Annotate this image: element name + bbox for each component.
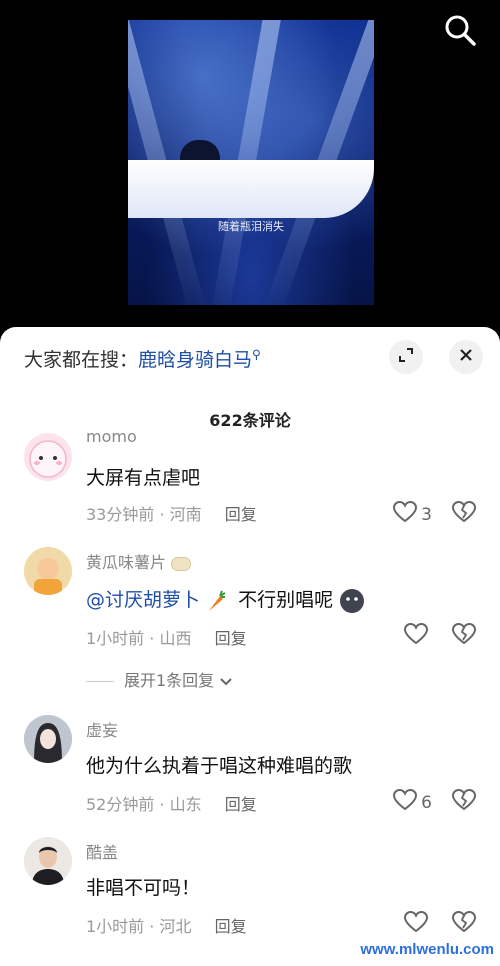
comment-text: 他为什么执着于唱这种难唱的歌 bbox=[86, 755, 353, 777]
divider-line bbox=[86, 681, 114, 682]
comment-text: 非唱不可吗！ bbox=[86, 877, 201, 899]
expand-replies[interactable]: 展开1条回复 bbox=[86, 667, 233, 691]
like-button[interactable] bbox=[403, 910, 432, 938]
reply-button[interactable]: 回复 bbox=[225, 505, 257, 524]
stage-podium bbox=[128, 160, 374, 218]
video-frame[interactable]: 随着瓶泪消失 bbox=[128, 20, 374, 305]
broken-heart-icon bbox=[451, 500, 477, 527]
broken-heart-icon bbox=[451, 788, 477, 815]
avatar[interactable] bbox=[24, 715, 72, 763]
avatar[interactable] bbox=[24, 837, 72, 885]
broken-heart-icon bbox=[451, 622, 477, 649]
meta-separator: · bbox=[149, 629, 155, 648]
like-count: 6 bbox=[421, 792, 432, 813]
comment-meta: 52分钟前 · 山东 回复 bbox=[86, 791, 257, 815]
avatar[interactable] bbox=[24, 547, 72, 595]
expand-icon bbox=[398, 347, 414, 367]
video-player[interactable]: 随着瓶泪消失 bbox=[0, 0, 500, 340]
dislike-button[interactable] bbox=[451, 788, 477, 815]
close-icon bbox=[458, 347, 474, 367]
avatar[interactable] bbox=[24, 433, 72, 481]
username-text: 黄瓜味薯片 bbox=[86, 553, 167, 572]
comment-time: 1小时前 bbox=[86, 917, 145, 936]
comment-item: momo 大屏有点虐吧 33分钟前 · 河南 回复 3 bbox=[0, 427, 500, 535]
heart-icon bbox=[393, 788, 418, 816]
comment-username[interactable]: 黄瓜味薯片 bbox=[86, 549, 192, 573]
comment-text: 大屏有点虐吧 bbox=[86, 467, 201, 489]
meta-separator: · bbox=[149, 917, 155, 936]
comment-item: 虚妄 他为什么执着于唱这种难唱的歌 52分钟前 · 山东 回复 6 bbox=[0, 713, 500, 823]
heart-icon bbox=[393, 500, 418, 528]
meta-separator: · bbox=[159, 795, 165, 814]
comment-sheet: 大家都在搜：鹿晗身骑白马⚲ 622条评论 momo 大屏有点虐吧 33分钟前 ·… bbox=[0, 327, 500, 966]
comment-location: 河南 bbox=[169, 505, 202, 524]
comment-location: 山东 bbox=[169, 795, 202, 814]
heart-icon bbox=[403, 622, 429, 650]
comment-text: @讨厌胡萝卜 不行别唱呢 bbox=[86, 585, 365, 614]
comment-meta: 1小时前 · 河北 回复 bbox=[86, 913, 247, 937]
dislike-button[interactable] bbox=[451, 622, 477, 649]
like-button[interactable]: 6 bbox=[393, 788, 432, 816]
comment-time: 1小时前 bbox=[86, 629, 145, 648]
comment-meta: 1小时前 · 山西 回复 bbox=[86, 625, 247, 649]
trending-search-prefix: 大家都在搜： bbox=[24, 349, 139, 371]
comment-username[interactable]: 虚妄 bbox=[86, 717, 118, 741]
trending-search-term[interactable]: 鹿晗身骑白马 bbox=[138, 349, 252, 371]
comment-body: 不行别唱呢 bbox=[238, 589, 334, 611]
comment-item: 黄瓜味薯片 @讨厌胡萝卜 不行别唱呢 1小时前 · 山西 回复 展开1条回复 bbox=[0, 545, 500, 705]
trending-search[interactable]: 大家都在搜：鹿晗身骑白马⚲ bbox=[24, 345, 261, 372]
search-icon[interactable] bbox=[442, 12, 478, 48]
heart-icon bbox=[403, 910, 429, 938]
carrot-icon bbox=[206, 589, 232, 611]
like-button[interactable]: 3 bbox=[393, 500, 432, 528]
close-button[interactable] bbox=[449, 340, 483, 374]
broken-heart-icon bbox=[451, 910, 477, 937]
like-count: 3 bbox=[421, 504, 432, 525]
comment-time: 33分钟前 bbox=[86, 505, 155, 524]
dislike-button[interactable] bbox=[451, 500, 477, 527]
potato-icon bbox=[171, 556, 192, 571]
reply-button[interactable]: 回复 bbox=[215, 917, 247, 936]
reply-button[interactable]: 回复 bbox=[225, 795, 257, 814]
comment-location: 河北 bbox=[159, 917, 192, 936]
small-search-icon: ⚲ bbox=[252, 347, 261, 362]
mention-link[interactable]: @讨厌胡萝卜 bbox=[86, 589, 200, 611]
emoji-icon bbox=[339, 588, 365, 613]
comment-item: 酷盖 非唱不可吗！ 1小时前 · 河北 回复 bbox=[0, 835, 500, 945]
comment-count-title: 622条评论 bbox=[209, 411, 291, 430]
comment-time: 52分钟前 bbox=[86, 795, 155, 814]
comment-username[interactable]: momo bbox=[86, 427, 137, 446]
expand-button[interactable] bbox=[389, 340, 423, 374]
watermark: www.mlwenlu.com bbox=[360, 941, 494, 958]
expand-replies-label: 展开1条回复 bbox=[124, 671, 215, 690]
comment-username[interactable]: 酷盖 bbox=[86, 839, 118, 863]
comment-location: 山西 bbox=[159, 629, 192, 648]
chevron-down-icon bbox=[219, 671, 233, 690]
dislike-button[interactable] bbox=[451, 910, 477, 937]
meta-separator: · bbox=[159, 505, 165, 524]
video-subtitle: 随着瓶泪消失 bbox=[218, 220, 284, 233]
comment-meta: 33分钟前 · 河南 回复 bbox=[86, 501, 257, 525]
reply-button[interactable]: 回复 bbox=[215, 629, 247, 648]
like-button[interactable] bbox=[403, 622, 432, 650]
